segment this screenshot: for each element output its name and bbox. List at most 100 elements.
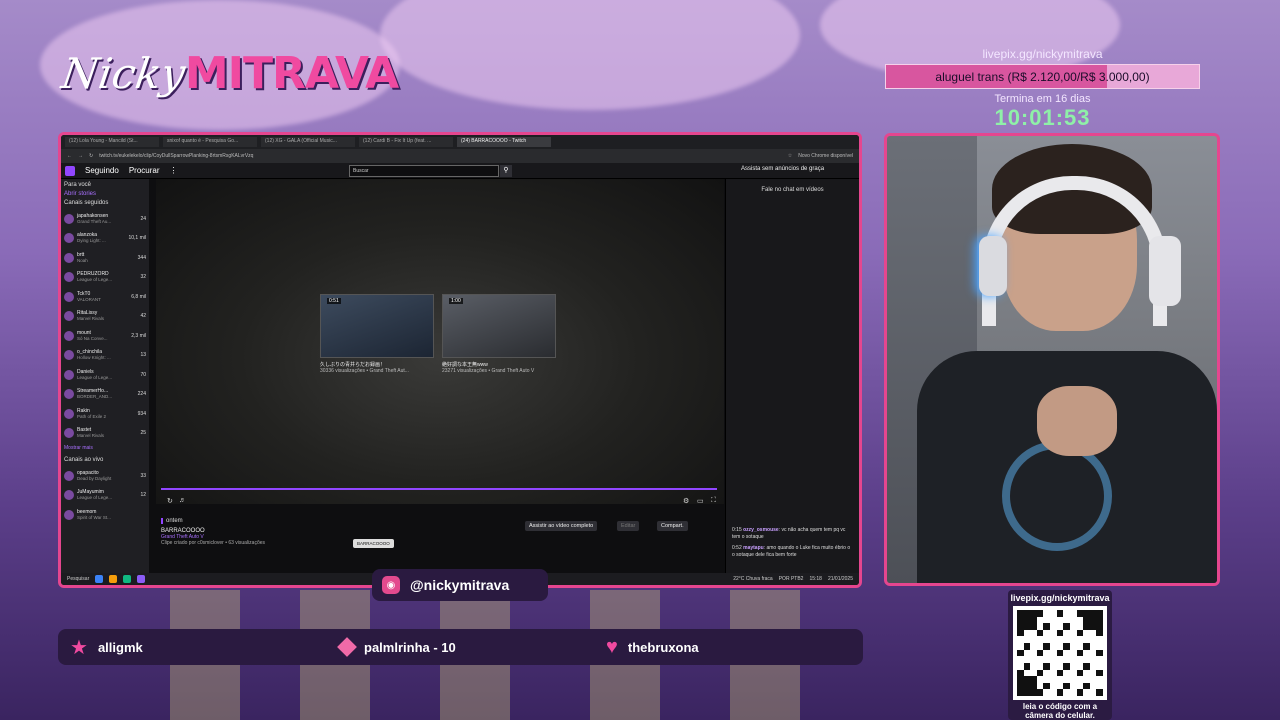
qr-module [1089,623,1097,630]
video-player[interactable]: 0:51 久しぶりの青井らだお録画！ 30336 visualizações •… [156,179,724,504]
qr-module [1017,669,1024,677]
sidebar-stories[interactable]: Abrir stories [64,191,146,197]
channel-row[interactable]: RitaLissy Marvel Rivals 42 [64,307,146,327]
channel-row[interactable]: Daniels League of Lege... 70 [64,365,146,385]
viewer-count: 70 [140,371,146,378]
channel-row[interactable]: alanzoka Dying Light: ... 10,1 mil [64,229,146,249]
qr-module [1023,649,1031,657]
twitch-logo-icon[interactable] [65,165,75,176]
lang-label[interactable]: POR PTB2 [779,576,804,582]
viewer-count: 13 [140,352,146,359]
channel-row[interactable]: TckT0 VALORANT 6,8 mil [64,287,146,307]
share-button[interactable]: Compart. [657,521,688,531]
qr-module [1089,676,1097,683]
browser-tab[interactable]: (12) Cardi B - Fix It Up (feat. ... [359,137,453,147]
qr-module [1023,662,1031,670]
chat-user[interactable]: ozzy_osmouse [743,527,779,533]
qr-module [1017,689,1024,696]
clip-title[interactable]: 絶好調な本王無www [442,361,556,368]
channel-row[interactable]: mount Só Na Conve... 2,3 mil [64,326,146,346]
screen-capture: (12) Lola Young - Mancild (St... snixof … [58,132,862,588]
taskbar-search[interactable]: Pesquisar [67,576,89,582]
search-input[interactable]: Buscar [349,165,499,177]
qr-module [1036,610,1044,617]
app-icon[interactable] [137,575,146,583]
qr-module [1023,689,1031,696]
clock-date[interactable]: 21/01/2025 [828,576,853,582]
nav-browse[interactable]: Procurar [129,166,160,175]
address-bar: ← → ↻ twitch.tv/eukelekelo/clip/CoyDullS… [61,149,859,163]
recommended-clip[interactable]: 0:51 久しぶりの青井らだお録画！ 30336 visualizações •… [320,294,434,374]
search-icon[interactable]: ⚲ [500,165,512,177]
qr-module [1030,649,1037,657]
qr-module [1043,649,1051,657]
qr-module [1076,656,1084,663]
channel-name: brtt Noah [77,252,135,264]
browser-tab[interactable]: (12) XG - GALA (Official Music... [261,137,355,147]
channel-row[interactable]: JuMayumim League of Lege... 12 [64,486,146,506]
watch-full-button[interactable]: Assistir ao vídeo completo [525,521,598,531]
fullscreen-icon[interactable]: ⛶ [711,497,716,505]
qr-module [1069,629,1077,637]
url-field[interactable]: twitch.tv/eukelekelo/clip/CoyDullSparrow… [99,153,782,159]
qr-module [1036,656,1044,663]
clip-thumbnail[interactable]: 1:00 [442,294,556,358]
qr-module [1043,623,1051,630]
latest-bits-name: palmlrinha - 10 [364,639,456,655]
settings-icon[interactable]: ⚙ [683,497,689,505]
avatar [64,272,74,283]
qr-module [1083,636,1090,644]
channel-name: StreamerHo... BORDER_AND... [77,388,135,400]
qr-code[interactable] [1013,606,1107,700]
channel-row[interactable]: o_chinchila Hollow Knight: ... 13 [64,346,146,366]
app-icon[interactable] [109,575,118,583]
qr-module [1050,629,1057,637]
app-icon[interactable] [123,575,132,583]
qr-module [1096,662,1103,670]
channel-row[interactable]: brtt Noah 344 [64,248,146,268]
channel-row[interactable]: Rakin Path of Exile 2 934 [64,404,146,424]
browser-tab-active[interactable]: (24) BARRACOOOO - Twitch [457,137,551,147]
clip-title[interactable]: 久しぶりの青井らだお録画！ [320,361,434,368]
logo-text-nicky: Nicky [58,49,189,98]
replay-icon[interactable]: ↻ [167,497,173,505]
clock-time[interactable]: 15:18 [809,576,822,582]
channel-row[interactable]: opapacito Dead by Daylight 33 [64,466,146,486]
qr-module [1030,610,1037,617]
show-more-link[interactable]: Mostrar mais [64,445,146,451]
avatar [64,408,74,419]
back-icon[interactable]: ← [67,153,72,159]
channel-game: VALORANT [77,296,101,302]
channel-row[interactable]: japahakonsen Grand Theft Au... 24 [64,209,146,229]
nav-following[interactable]: Seguindo [85,166,119,175]
qr-module [1076,662,1084,670]
clip-thumbnail[interactable]: 0:51 [320,294,434,358]
forward-icon[interactable]: → [78,153,83,159]
channel-row[interactable]: PEDRUZORD League of Lege... 32 [64,268,146,288]
adfree-button[interactable]: Assista sem anúncios de graça [741,166,824,172]
star-icon[interactable]: ☆ [788,153,792,159]
reload-icon[interactable]: ↻ [89,153,93,159]
weather-label[interactable]: 22°C Chuva fraca [733,576,773,582]
edit-button[interactable]: Editar [617,521,640,531]
qr-module [1036,629,1044,637]
more-icon[interactable]: ⋮ [170,166,178,175]
channel-row[interactable]: Bastet Marvel Rivals 25 [64,424,146,444]
volume-icon[interactable]: ♬ [179,497,186,504]
channel-row[interactable]: beemom Spirit of War St... [64,505,146,525]
chat-message: 0:52 maytapu: amo quando o Luke fica mui… [732,545,851,558]
browser-tab[interactable]: (12) Lola Young - Mancild (St... [65,137,159,147]
qr-widget: livepix.gg/nickymitrava leia o código co… [1008,590,1112,720]
channel-row[interactable]: StreamerHo... BORDER_AND... 224 [64,385,146,405]
viewer-count: 2,3 mil [131,332,146,339]
app-icon[interactable] [95,575,104,583]
chat-time: 0:52 [732,545,742,551]
qr-module [1069,669,1077,677]
theater-icon[interactable]: ▭ [697,497,704,505]
video-progress-bar[interactable] [161,488,717,490]
recommended-clip[interactable]: 1:00 絶好調な本王無www 23271 visualizações • Gr… [442,294,556,374]
update-note[interactable]: Novo Chrome disponível [798,153,853,159]
qr-module [1096,669,1103,677]
chat-user[interactable]: maytapu [743,545,764,551]
browser-tab[interactable]: snixof quanto é - Pesquisa Go... [163,137,257,147]
